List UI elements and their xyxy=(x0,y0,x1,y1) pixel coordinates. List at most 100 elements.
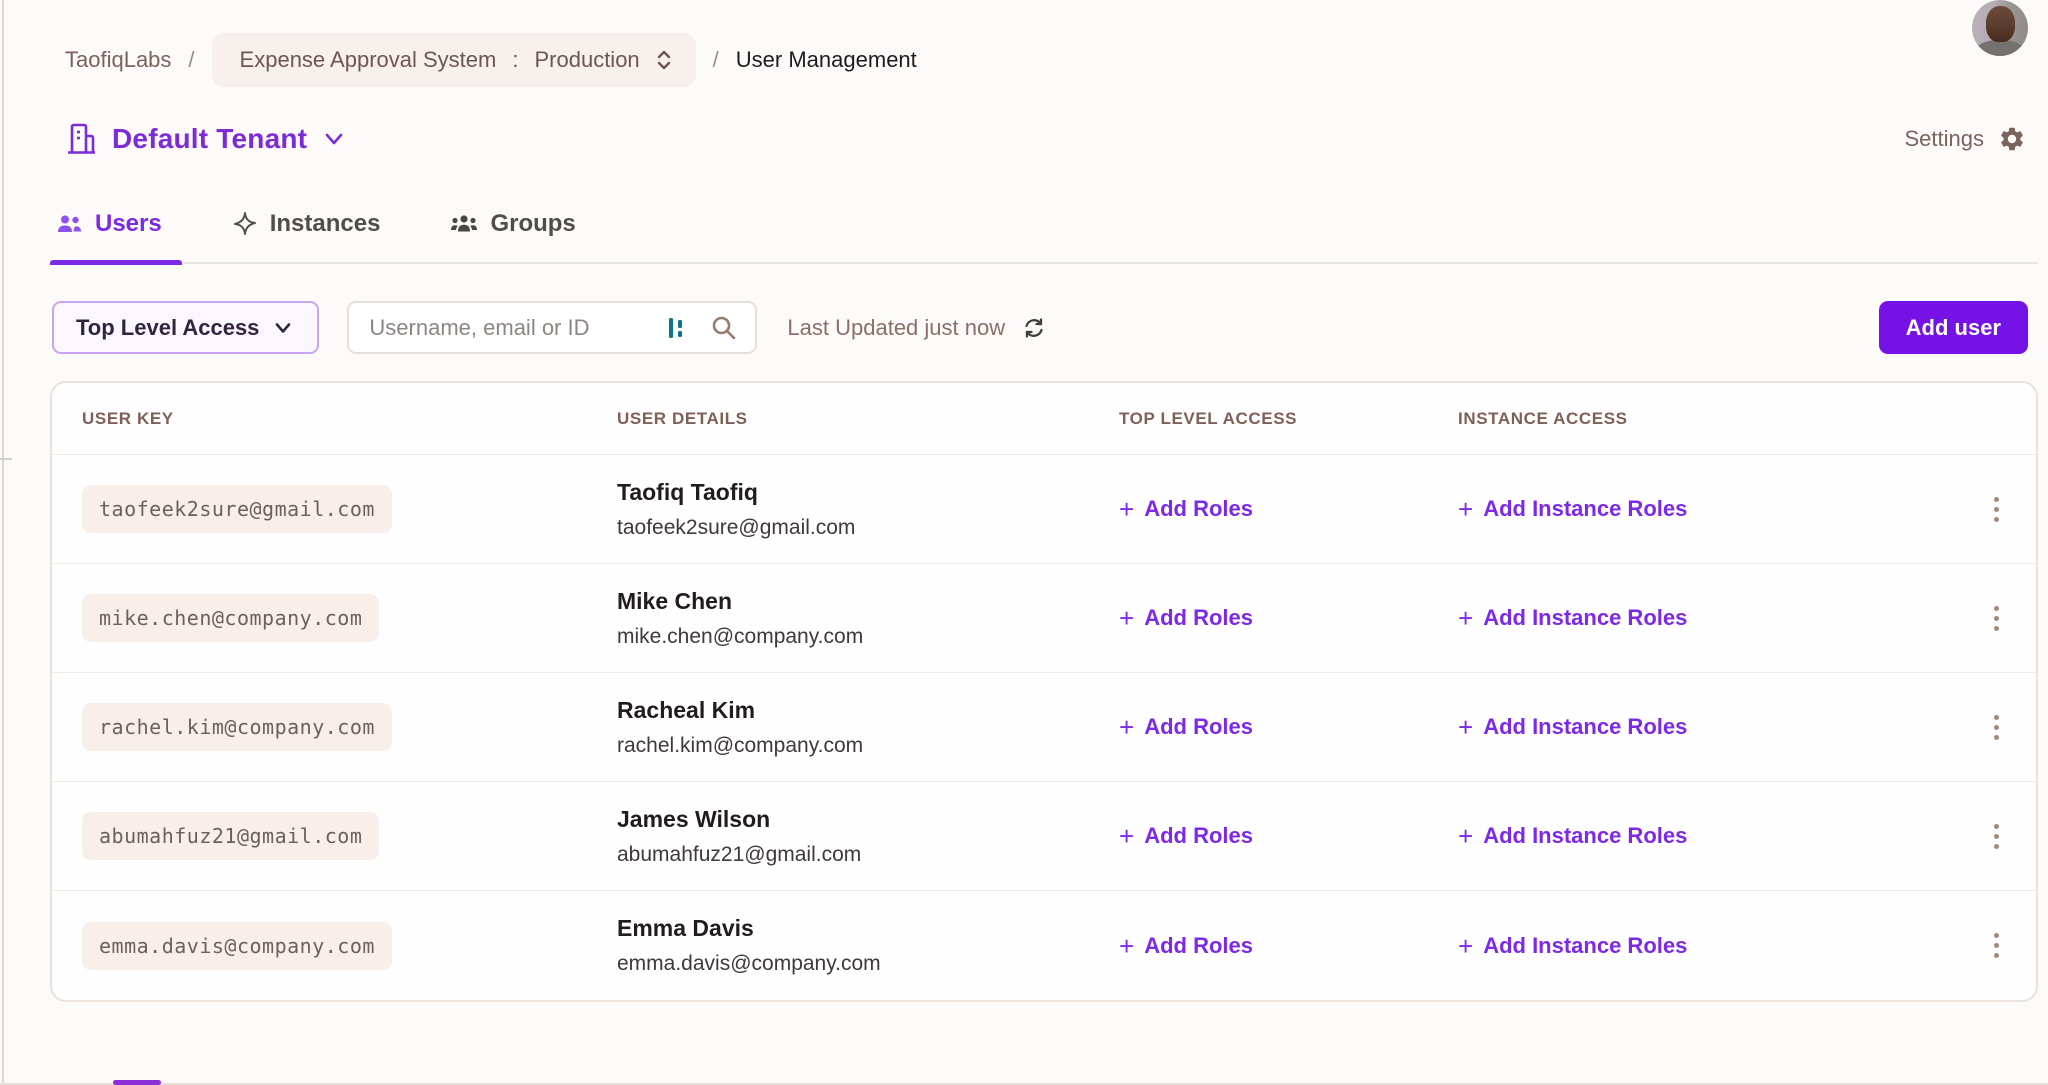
add-roles-label: Add Roles xyxy=(1144,496,1253,522)
panel-edge-line xyxy=(2,0,4,1085)
scrollbar-thumb[interactable] xyxy=(113,1080,161,1085)
kebab-menu-icon[interactable] xyxy=(1986,489,2007,530)
tab-instances[interactable]: Instances xyxy=(228,210,385,262)
kebab-menu-icon[interactable] xyxy=(1986,816,2007,857)
user-key-chip: rachel.kim@company.com xyxy=(82,703,392,751)
top-level-access-filter[interactable]: Top Level Access xyxy=(52,301,319,354)
refresh-icon[interactable] xyxy=(1021,315,1047,341)
add-roles-label: Add Roles xyxy=(1144,605,1253,631)
plus-icon: + xyxy=(1458,605,1473,631)
user-email: mike.chen@company.com xyxy=(617,625,1119,649)
user-key-chip: abumahfuz21@gmail.com xyxy=(82,812,379,860)
add-roles-button[interactable]: + Add Roles xyxy=(1119,714,1458,740)
add-instance-roles-button[interactable]: + Add Instance Roles xyxy=(1458,496,1956,522)
tab-instances-label: Instances xyxy=(270,210,381,238)
breadcrumb-colon: : xyxy=(512,47,518,73)
table-row: mike.chen@company.com Mike Chen mike.che… xyxy=(52,564,2036,673)
building-icon xyxy=(65,122,97,156)
toolbar: Top Level Access xyxy=(50,301,2038,354)
add-roles-label: Add Roles xyxy=(1144,714,1253,740)
chevron-down-icon xyxy=(322,131,346,147)
user-key-chip: taofeek2sure@gmail.com xyxy=(82,485,392,533)
table-row: rachel.kim@company.com Racheal Kim rache… xyxy=(52,673,2036,782)
tenant-bar: Default Tenant Settings xyxy=(50,116,2038,162)
main-content: TaofiqLabs / Expense Approval System : P… xyxy=(50,0,2038,1002)
col-header-user-key: USER KEY xyxy=(82,409,617,429)
breadcrumb-separator: / xyxy=(713,47,719,73)
tenant-name: Default Tenant xyxy=(112,123,307,155)
users-icon xyxy=(56,213,83,235)
tenant-selector[interactable]: Default Tenant xyxy=(65,122,346,156)
users-table: USER KEY USER DETAILS TOP LEVEL ACCESS I… xyxy=(50,381,2038,1002)
plus-icon: + xyxy=(1119,714,1134,740)
tab-users-label: Users xyxy=(95,210,162,238)
panel-edge-notch xyxy=(0,458,12,460)
add-roles-button[interactable]: + Add Roles xyxy=(1119,823,1458,849)
regex-bars-icon[interactable] xyxy=(666,315,688,341)
table-row: taofeek2sure@gmail.com Taofiq Taofiq tao… xyxy=(52,455,2036,564)
search-input[interactable] xyxy=(369,315,666,341)
kebab-menu-icon[interactable] xyxy=(1986,925,2007,966)
breadcrumb-org[interactable]: TaofiqLabs xyxy=(65,47,171,73)
plus-icon: + xyxy=(1458,496,1473,522)
user-email: rachel.kim@company.com xyxy=(617,734,1119,758)
table-row: abumahfuz21@gmail.com James Wilson abuma… xyxy=(52,782,2036,891)
col-header-instance-access: INSTANCE ACCESS xyxy=(1458,409,1956,429)
add-instance-roles-button[interactable]: + Add Instance Roles xyxy=(1458,933,1956,959)
sparkle-diamond-icon xyxy=(232,211,258,237)
user-email: emma.davis@company.com xyxy=(617,952,1119,976)
search-icon[interactable] xyxy=(710,314,737,341)
plus-icon: + xyxy=(1458,933,1473,959)
plus-icon: + xyxy=(1119,823,1134,849)
add-roles-label: Add Roles xyxy=(1144,823,1253,849)
add-instance-roles-label: Add Instance Roles xyxy=(1483,933,1687,959)
tab-groups[interactable]: Groups xyxy=(446,210,579,262)
project-environment-selector[interactable]: Expense Approval System : Production xyxy=(212,33,696,87)
breadcrumb-project: Expense Approval System xyxy=(240,47,497,73)
settings-button[interactable]: Settings xyxy=(1905,125,2027,153)
plus-icon: + xyxy=(1119,605,1134,631)
user-email: abumahfuz21@gmail.com xyxy=(617,843,1119,867)
breadcrumb-environment: Production xyxy=(534,47,639,73)
plus-icon: + xyxy=(1458,823,1473,849)
tab-bar: Users Instances Groups xyxy=(50,202,2038,264)
add-roles-button[interactable]: + Add Roles xyxy=(1119,605,1458,631)
user-avatar[interactable] xyxy=(1972,0,2028,56)
filter-label: Top Level Access xyxy=(76,315,259,341)
col-header-top-level-access: TOP LEVEL ACCESS xyxy=(1119,409,1458,429)
add-roles-button[interactable]: + Add Roles xyxy=(1119,496,1458,522)
user-key-chip: emma.davis@company.com xyxy=(82,922,392,970)
plus-icon: + xyxy=(1119,496,1134,522)
last-updated-status: Last Updated just now xyxy=(787,315,1047,341)
up-down-chevron-icon xyxy=(654,48,674,72)
add-instance-roles-label: Add Instance Roles xyxy=(1483,823,1687,849)
user-name: Taofiq Taofiq xyxy=(617,479,1119,506)
add-roles-button[interactable]: + Add Roles xyxy=(1119,933,1458,959)
plus-icon: + xyxy=(1119,933,1134,959)
user-name: James Wilson xyxy=(617,806,1119,833)
add-instance-roles-button[interactable]: + Add Instance Roles xyxy=(1458,823,1956,849)
settings-label: Settings xyxy=(1905,126,1985,152)
breadcrumb: TaofiqLabs / Expense Approval System : P… xyxy=(50,32,2038,88)
add-user-button[interactable]: Add user xyxy=(1879,301,2028,354)
kebab-menu-icon[interactable] xyxy=(1986,707,2007,748)
add-roles-label: Add Roles xyxy=(1144,933,1253,959)
kebab-menu-icon[interactable] xyxy=(1986,598,2007,639)
table-row: emma.davis@company.com Emma Davis emma.d… xyxy=(52,891,2036,1000)
chevron-down-icon xyxy=(273,321,293,335)
groups-icon xyxy=(450,213,478,235)
breadcrumb-current-page: User Management xyxy=(736,47,917,73)
breadcrumb-separator: / xyxy=(188,47,194,73)
avatar-face xyxy=(1986,6,2015,42)
add-instance-roles-button[interactable]: + Add Instance Roles xyxy=(1458,714,1956,740)
add-instance-roles-button[interactable]: + Add Instance Roles xyxy=(1458,605,1956,631)
gear-icon xyxy=(1998,125,2026,153)
table-header-row: USER KEY USER DETAILS TOP LEVEL ACCESS I… xyxy=(52,383,2036,455)
col-header-user-details: USER DETAILS xyxy=(617,409,1119,429)
user-name: Emma Davis xyxy=(617,915,1119,942)
user-key-chip: mike.chen@company.com xyxy=(82,594,379,642)
avatar-shirt xyxy=(1976,40,2024,56)
user-name: Racheal Kim xyxy=(617,697,1119,724)
tab-users[interactable]: Users xyxy=(52,210,166,262)
user-email: taofeek2sure@gmail.com xyxy=(617,516,1119,540)
